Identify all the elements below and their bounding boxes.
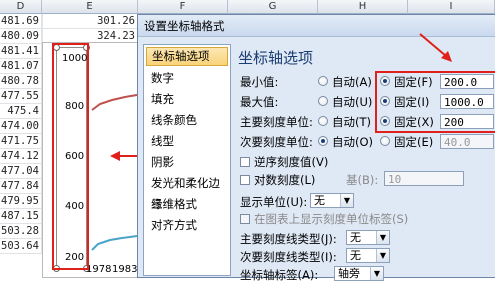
- arrow-down-icon: [419, 33, 452, 62]
